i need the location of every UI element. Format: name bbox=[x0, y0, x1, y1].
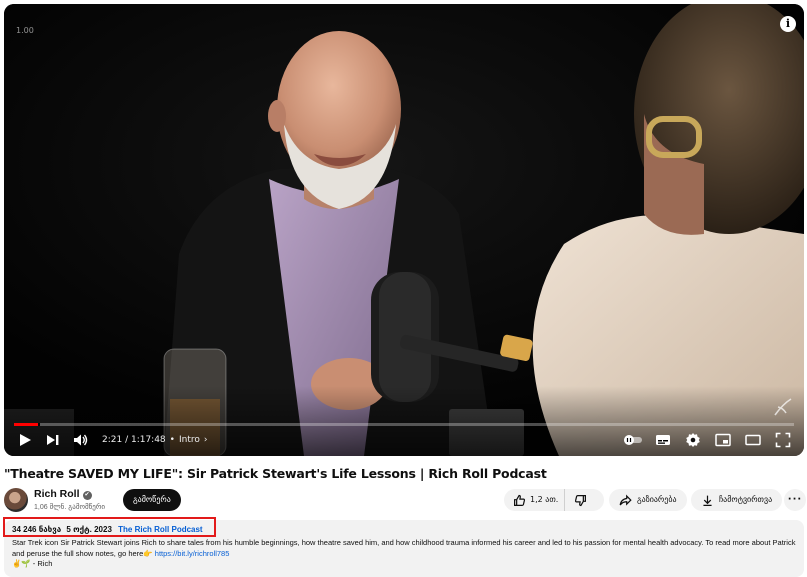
progress-bar-played bbox=[14, 423, 39, 426]
more-actions-button[interactable]: ··· bbox=[784, 489, 806, 511]
view-count: 34 246 ნახვა bbox=[12, 525, 62, 534]
miniplayer-icon[interactable] bbox=[712, 430, 734, 450]
volume-icon[interactable] bbox=[70, 430, 92, 450]
chapter-marker bbox=[38, 423, 40, 426]
info-icon[interactable]: i bbox=[780, 16, 796, 32]
playlist-link[interactable]: The Rich Roll Podcast bbox=[118, 525, 202, 534]
download-label: ჩამოტვირთვა bbox=[719, 495, 773, 504]
subscriber-count: 1,06 მლნ. გამომწერი bbox=[34, 504, 106, 511]
description-body: Star Trek icon Sir Patrick Stewart joins… bbox=[12, 538, 796, 558]
description-box[interactable]: 34 246 ნახვა 5 ოქტ. 2023 The Rich Roll P… bbox=[4, 520, 804, 577]
subtitles-icon[interactable] bbox=[652, 430, 674, 450]
progress-bar[interactable] bbox=[14, 423, 794, 426]
autoplay-toggle-icon[interactable] bbox=[622, 430, 644, 450]
thumbs-down-icon bbox=[575, 494, 587, 506]
play-icon[interactable] bbox=[14, 430, 36, 450]
chapter-title[interactable]: Intro bbox=[179, 435, 200, 445]
share-label: გაზიარება bbox=[637, 495, 677, 504]
description-meta: 34 246 ნახვა 5 ოქტ. 2023 The Rich Roll P… bbox=[12, 524, 796, 536]
download-icon bbox=[703, 495, 712, 506]
dislike-button[interactable] bbox=[565, 489, 596, 511]
subscribe-button[interactable]: გამოწერა bbox=[123, 489, 181, 511]
upload-date: 5 ოქტ. 2023 bbox=[66, 525, 112, 534]
chapter-chevron-icon[interactable]: › bbox=[204, 435, 208, 445]
share-icon bbox=[619, 494, 632, 506]
channel-avatar[interactable] bbox=[4, 488, 28, 512]
share-button[interactable]: გაზიარება bbox=[609, 489, 687, 511]
description-signature: ✌️🌱 - Rich bbox=[12, 559, 796, 569]
pointer-emoji: 👉 bbox=[143, 548, 153, 558]
like-dislike-group: 1,2 ათ. bbox=[504, 489, 604, 511]
verified-icon: ✔ bbox=[82, 491, 92, 500]
like-button[interactable]: 1,2 ათ. bbox=[504, 489, 566, 511]
chapter-separator: • bbox=[169, 435, 175, 445]
signature-text: - Rich bbox=[32, 559, 53, 568]
playback-speed-overlay: 1.00 bbox=[16, 26, 34, 35]
description-text: Star Trek icon Sir Patrick Stewart joins… bbox=[12, 538, 796, 559]
like-count: 1,2 ათ. bbox=[530, 495, 559, 504]
time-display: 2:21 / 1:17:48 bbox=[102, 435, 166, 445]
channel-actions-row: Rich Roll ✔ 1,06 მლნ. გამომწერი გამოწერა … bbox=[4, 487, 806, 513]
thumbs-up-icon bbox=[514, 494, 526, 506]
next-icon[interactable] bbox=[42, 430, 64, 450]
signature-emoji: ✌️🌱 bbox=[12, 559, 31, 568]
download-button[interactable]: ჩამოტვირთვა bbox=[691, 489, 783, 511]
player-controls: 2:21 / 1:17:48 • Intro › bbox=[14, 429, 794, 451]
fullscreen-icon[interactable] bbox=[772, 430, 794, 450]
theater-mode-icon[interactable] bbox=[742, 430, 764, 450]
video-player[interactable]: 1.00 i 2:21 / 1:17:48 • Intro › bbox=[4, 4, 804, 456]
settings-gear-icon[interactable] bbox=[682, 430, 704, 450]
watermark-icon bbox=[774, 398, 792, 416]
channel-name-wrap[interactable]: Rich Roll ✔ bbox=[34, 488, 92, 500]
show-notes-link[interactable]: https://bit.ly/richroll785 bbox=[155, 549, 230, 558]
video-title: "Theatre SAVED MY LIFE": Sir Patrick Ste… bbox=[4, 466, 547, 481]
channel-name[interactable]: Rich Roll bbox=[34, 488, 80, 500]
